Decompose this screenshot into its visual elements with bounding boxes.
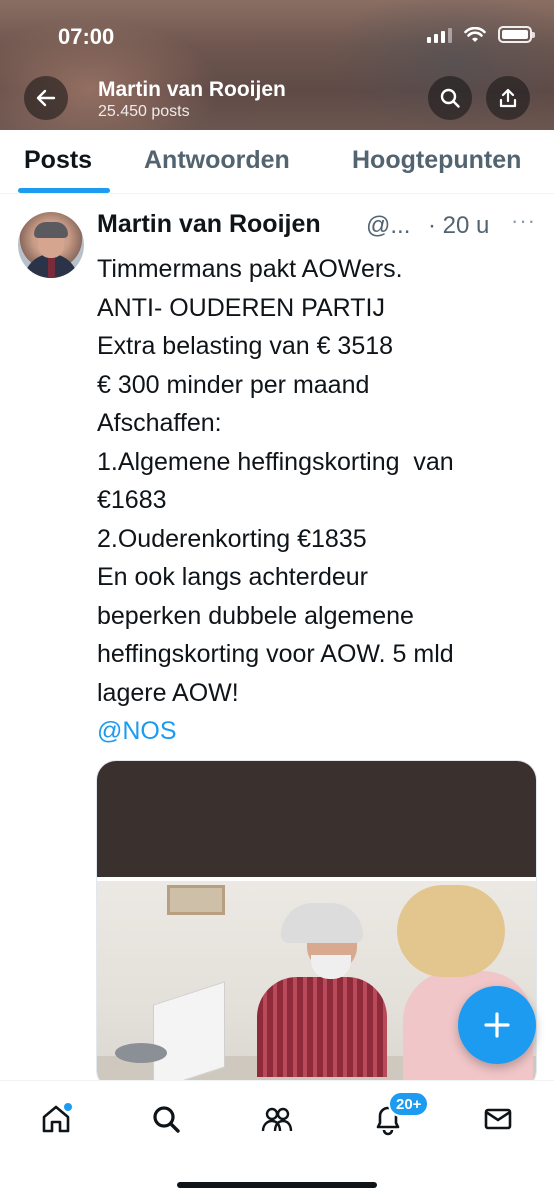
communities-icon — [261, 1107, 293, 1132]
more-options-icon[interactable]: ··· — [511, 208, 536, 234]
post-line: Afschaffen: — [97, 409, 222, 437]
post-line: Extra belasting van € 3518 — [97, 332, 394, 360]
post-timestamp[interactable]: · 20 u — [428, 212, 489, 240]
post-line: 1.Algemene heffingskorting van — [97, 447, 454, 476]
battery-icon — [498, 26, 535, 43]
status-time: 07:00 — [58, 24, 115, 49]
search-icon — [153, 1106, 180, 1133]
post-line: ANTI- OUDEREN PARTIJ — [97, 293, 385, 322]
active-tab-indicator — [18, 188, 110, 193]
nav-search[interactable] — [144, 1097, 188, 1141]
post-image[interactable] — [97, 877, 536, 1089]
media-header-area — [97, 761, 536, 877]
profile-name: Martin van Rooijen — [98, 78, 286, 101]
plus-icon — [484, 1012, 510, 1038]
tab-hoogtepunten[interactable]: Hoogtepunten — [352, 146, 521, 175]
tab-antwoorden[interactable]: Antwoorden — [144, 146, 290, 175]
share-button[interactable] — [486, 76, 530, 120]
post-line: heffingskorting voor AOW. 5 mld — [97, 640, 454, 668]
nav-home[interactable] — [34, 1097, 78, 1141]
status-icons — [427, 26, 535, 43]
back-arrow-icon — [36, 89, 56, 107]
home-notification-dot — [64, 1103, 72, 1111]
post-line: €1683 — [97, 486, 167, 514]
share-icon — [499, 88, 517, 108]
post-author-name[interactable]: Martin van Rooijen — [97, 210, 321, 239]
avatar[interactable] — [18, 212, 84, 278]
signal-icon — [427, 27, 452, 43]
nav-notifications[interactable]: 20+ — [366, 1091, 430, 1141]
tab-posts[interactable]: Posts — [24, 146, 92, 175]
post-line: lagere AOW! — [97, 678, 239, 707]
nav-communities[interactable] — [255, 1097, 299, 1141]
post-line: Timmermans pakt AOWers. — [97, 255, 403, 283]
mention-link[interactable]: @NOS — [97, 712, 537, 751]
post-author-handle[interactable]: @... — [366, 212, 410, 240]
home-indicator — [177, 1182, 377, 1188]
post-count: 25.450 posts — [98, 103, 190, 120]
wifi-icon — [464, 26, 486, 42]
back-button[interactable] — [24, 76, 68, 120]
post-line: 2.Ouderenkorting €1835 — [97, 524, 367, 553]
post-line: En ook langs achterdeur — [97, 563, 369, 591]
nav-messages[interactable] — [476, 1097, 520, 1141]
profile-header-banner — [0, 0, 554, 130]
post-line: € 300 minder per maand — [97, 370, 370, 399]
post-line: beperken dubbele algemene — [97, 601, 414, 630]
messages-icon — [484, 1108, 512, 1130]
profile-tabs: Posts Antwoorden Hoogtepunten — [0, 130, 554, 194]
search-icon — [440, 88, 460, 108]
compose-button[interactable] — [458, 986, 536, 1064]
notifications-badge: 20+ — [388, 1091, 430, 1117]
post-text: Timmermans pakt AOWers. ANTI- OUDEREN PA… — [97, 250, 537, 751]
search-button[interactable] — [428, 76, 472, 120]
